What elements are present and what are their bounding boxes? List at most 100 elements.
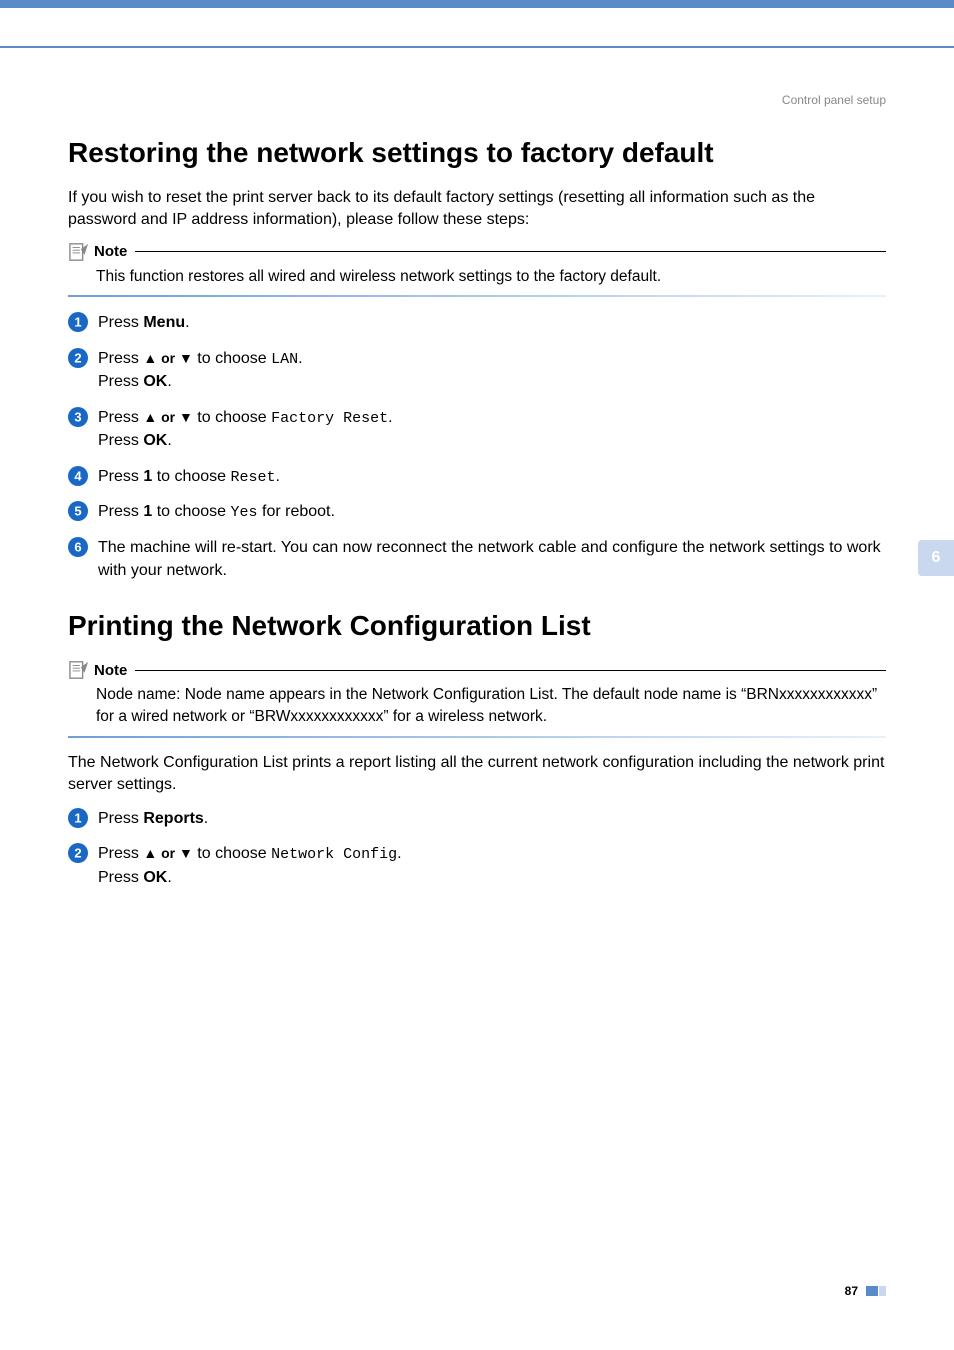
breadcrumb: Control panel setup bbox=[68, 93, 886, 107]
note-body-1: This function restores all wired and wir… bbox=[68, 266, 886, 288]
t: to choose bbox=[152, 468, 230, 485]
arrow-keys: ▲ or ▼ bbox=[143, 409, 193, 425]
s2-step-1: 1 Press Reports. bbox=[68, 807, 886, 830]
section2-intro: The Network Configuration List prints a … bbox=[68, 752, 886, 797]
page-content: Control panel setup Restoring the networ… bbox=[0, 48, 954, 889]
svg-text:1: 1 bbox=[74, 315, 81, 330]
t: to choose bbox=[193, 350, 271, 367]
t: . bbox=[167, 869, 171, 886]
step-2: 2 Press ▲ or ▼ to choose LAN. Press OK. bbox=[68, 347, 886, 394]
note-header: Note bbox=[68, 660, 886, 680]
note-end-rule bbox=[68, 736, 886, 738]
svg-text:6: 6 bbox=[74, 540, 81, 555]
t: to choose bbox=[193, 409, 271, 426]
step-1-text: Press Menu. bbox=[98, 311, 886, 334]
svg-text:1: 1 bbox=[74, 810, 81, 825]
chapter-tab: 6 bbox=[918, 540, 954, 576]
code-reset: Reset bbox=[231, 469, 276, 486]
code-network-config: Network Config bbox=[271, 846, 397, 863]
svg-text:5: 5 bbox=[74, 504, 81, 519]
arrow-keys: ▲ or ▼ bbox=[143, 350, 193, 366]
step-badge-3: 3 bbox=[68, 407, 88, 427]
section1-intro: If you wish to reset the print server ba… bbox=[68, 187, 886, 232]
note-rule bbox=[135, 251, 886, 252]
note-label: Note bbox=[94, 243, 127, 260]
step-badge-6: 6 bbox=[68, 537, 88, 557]
note-header: Note bbox=[68, 242, 886, 262]
step-5-text: Press 1 to choose Yes for reboot. bbox=[98, 500, 886, 524]
note-icon bbox=[68, 242, 90, 262]
note-icon bbox=[68, 660, 90, 680]
t: to choose bbox=[152, 503, 230, 520]
step-5: 5 Press 1 to choose Yes for reboot. bbox=[68, 500, 886, 524]
step-4: 4 Press 1 to choose Reset. bbox=[68, 465, 886, 489]
t: Press bbox=[98, 314, 143, 331]
s2-step-2-text: Press ▲ or ▼ to choose Network Config. P… bbox=[98, 842, 886, 889]
note-block-1: Note This function restores all wired an… bbox=[68, 242, 886, 298]
t: Press bbox=[98, 468, 143, 485]
s2-step-1-text: Press Reports. bbox=[98, 807, 886, 830]
step-6: 6 The machine will re-start. You can now… bbox=[68, 536, 886, 582]
t: . bbox=[298, 350, 302, 367]
t: . bbox=[167, 432, 171, 449]
step-2-text: Press ▲ or ▼ to choose LAN. Press OK. bbox=[98, 347, 886, 394]
steps-list-2: 1 Press Reports. 2 Press ▲ or ▼ to choos… bbox=[68, 807, 886, 889]
t: . bbox=[167, 373, 171, 390]
step-badge-1: 1 bbox=[68, 808, 88, 828]
step-3: 3 Press ▲ or ▼ to choose Factory Reset. … bbox=[68, 406, 886, 453]
svg-text:2: 2 bbox=[74, 350, 81, 365]
ok-key: OK bbox=[143, 869, 167, 886]
step-1: 1 Press Menu. bbox=[68, 311, 886, 334]
section-title-2: Printing the Network Configuration List bbox=[68, 610, 886, 642]
svg-text:2: 2 bbox=[74, 845, 81, 860]
page-number: 87 bbox=[845, 1284, 858, 1298]
t: Press bbox=[98, 350, 143, 367]
code-yes: Yes bbox=[231, 504, 258, 521]
ok-key: OK bbox=[143, 373, 167, 390]
t: Press bbox=[98, 503, 143, 520]
section-2: Printing the Network Configuration List … bbox=[68, 610, 886, 888]
svg-text:3: 3 bbox=[74, 409, 81, 424]
t: Press bbox=[98, 845, 143, 862]
note-body-2: Node name: Node name appears in the Netw… bbox=[68, 684, 886, 727]
menu-key: Menu bbox=[143, 314, 185, 331]
steps-list-1: 1 Press Menu. 2 Press ▲ or ▼ to choose L… bbox=[68, 311, 886, 582]
t: . bbox=[204, 810, 208, 827]
s2-step-2: 2 Press ▲ or ▼ to choose Network Config.… bbox=[68, 842, 886, 889]
t: Press bbox=[98, 432, 143, 449]
t: Press bbox=[98, 373, 143, 390]
code-factory-reset: Factory Reset bbox=[271, 410, 388, 427]
page-decor-icon bbox=[866, 1286, 886, 1296]
footer: 87 bbox=[845, 1284, 886, 1298]
step-badge-2: 2 bbox=[68, 348, 88, 368]
reports-key: Reports bbox=[143, 810, 203, 827]
step-badge-4: 4 bbox=[68, 466, 88, 486]
arrow-keys: ▲ or ▼ bbox=[143, 845, 193, 861]
t: Press bbox=[98, 409, 143, 426]
top-band bbox=[0, 0, 954, 48]
note-label: Note bbox=[94, 662, 127, 679]
note-block-2: Note Node name: Node name appears in the… bbox=[68, 660, 886, 737]
code-lan: LAN bbox=[271, 351, 298, 368]
svg-text:4: 4 bbox=[74, 468, 82, 483]
one-key: 1 bbox=[143, 468, 152, 485]
t: to choose bbox=[193, 845, 271, 862]
step-3-text: Press ▲ or ▼ to choose Factory Reset. Pr… bbox=[98, 406, 886, 453]
t: for reboot. bbox=[258, 503, 335, 520]
step-4-text: Press 1 to choose Reset. bbox=[98, 465, 886, 489]
step-6-text: The machine will re-start. You can now r… bbox=[98, 536, 886, 582]
step-badge-2: 2 bbox=[68, 843, 88, 863]
note-end-rule bbox=[68, 295, 886, 297]
t: . bbox=[276, 468, 280, 485]
step-badge-5: 5 bbox=[68, 501, 88, 521]
t: . bbox=[397, 845, 401, 862]
t: . bbox=[388, 409, 392, 426]
t: . bbox=[185, 314, 189, 331]
ok-key: OK bbox=[143, 432, 167, 449]
t: Press bbox=[98, 810, 143, 827]
step-badge-1: 1 bbox=[68, 312, 88, 332]
section-title-1: Restoring the network settings to factor… bbox=[68, 137, 886, 169]
one-key: 1 bbox=[143, 503, 152, 520]
t: Press bbox=[98, 869, 143, 886]
note-rule bbox=[135, 670, 886, 671]
